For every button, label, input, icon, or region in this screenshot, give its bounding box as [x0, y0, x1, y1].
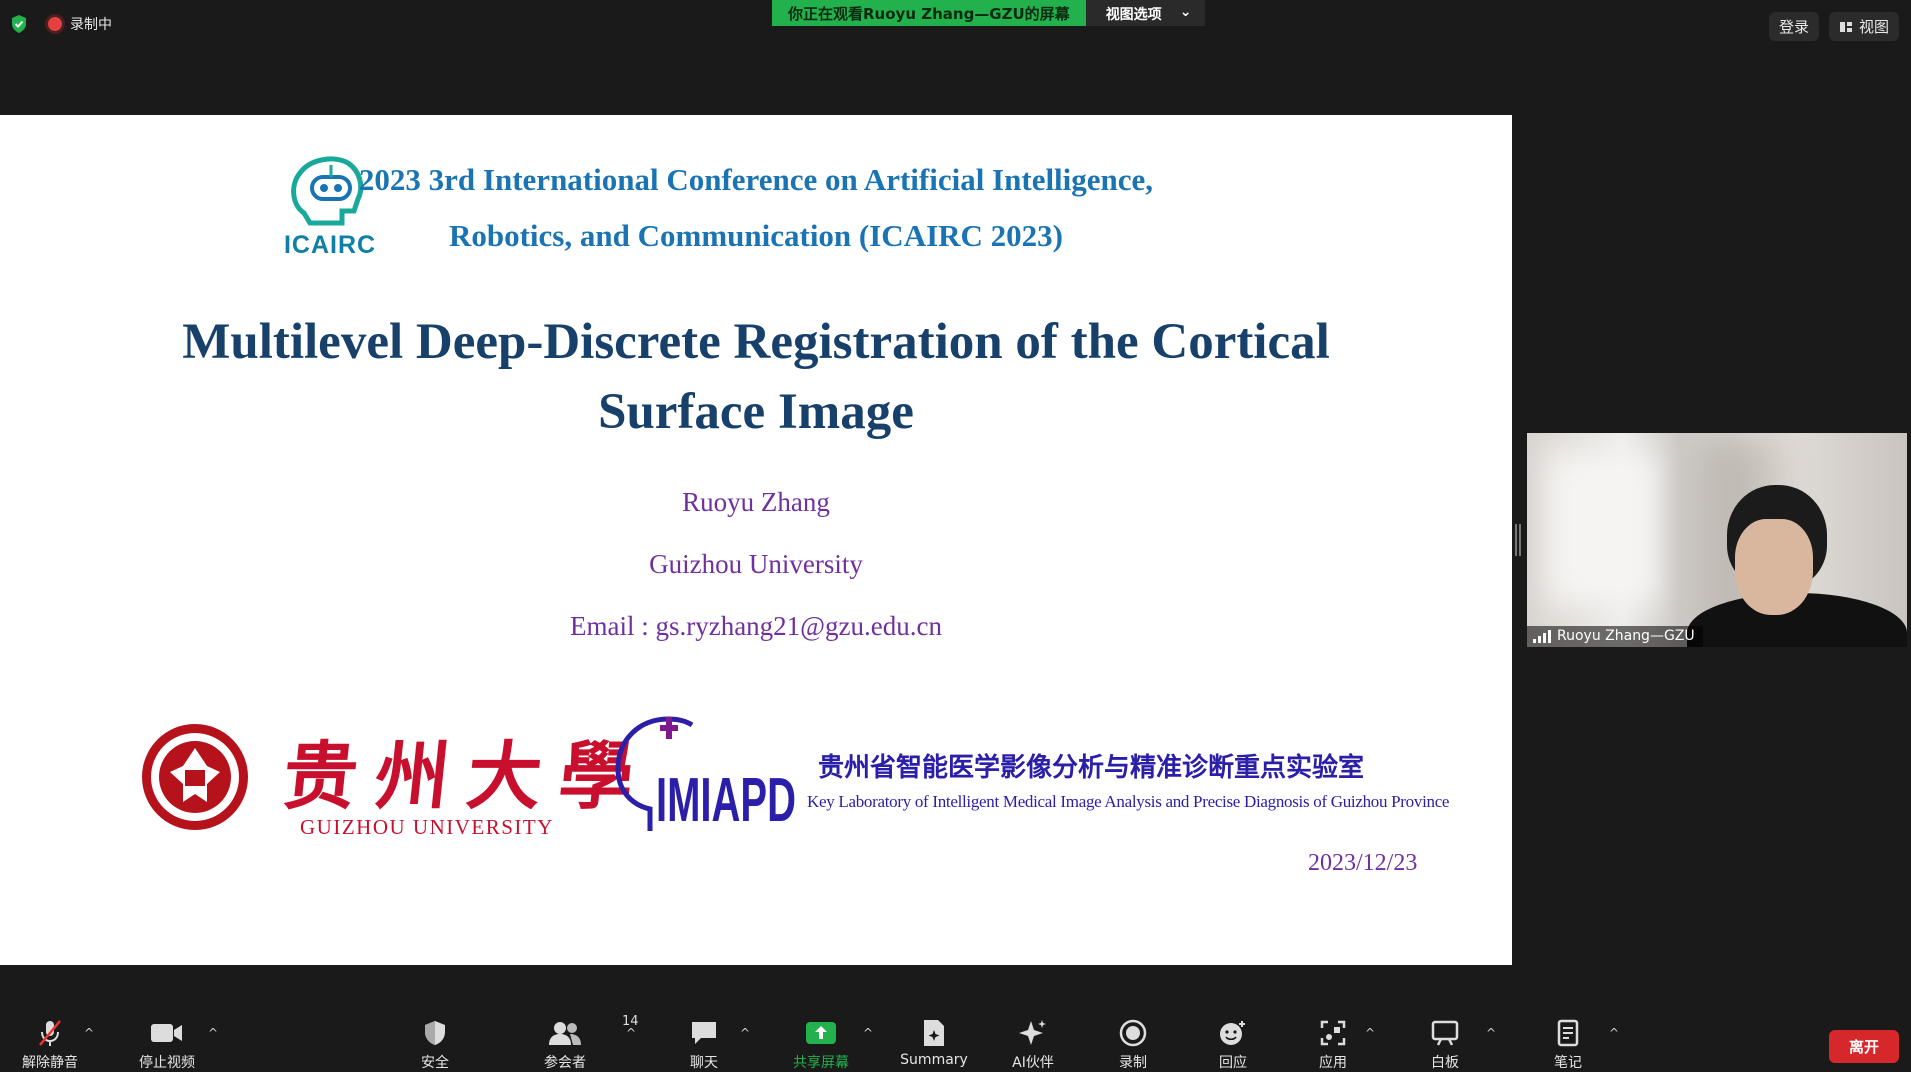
view-options-button[interactable]: 视图选项 ⌄	[1085, 0, 1206, 26]
participant-name: Ruoyu Zhang—GZU	[1557, 628, 1695, 644]
conference-title-line1: 2023 3rd International Conference on Art…	[358, 162, 1154, 197]
signal-strength-icon	[1533, 629, 1551, 643]
guizhou-university-seal	[142, 724, 248, 830]
unmute-label: 解除静音	[22, 1055, 78, 1071]
record-button[interactable]: 录制	[1083, 1018, 1183, 1072]
participant-name-tag: Ruoyu Zhang—GZU	[1527, 626, 1703, 647]
login-button[interactable]: 登录	[1768, 12, 1819, 41]
viewing-banner: 你正在观看Ruoyu Zhang—GZU的屏幕 视图选项 ⌄	[772, 0, 1206, 26]
record-label: 录制	[1119, 1055, 1147, 1071]
affiliation: Guizhou University	[649, 549, 863, 579]
video-options-chevron-icon[interactable]: ^	[208, 1026, 218, 1040]
whiteboard-label: 白板	[1431, 1055, 1459, 1071]
imiapd-lab-logo: IMIAPD	[615, 716, 796, 835]
summary-button[interactable]: Summary	[884, 1018, 984, 1068]
leave-meeting-button[interactable]: 离开	[1828, 1030, 1899, 1063]
share-screen-label: 共享屏幕	[793, 1055, 849, 1071]
grid-view-icon	[1839, 21, 1852, 32]
stop-video-button[interactable]: 停止视频	[117, 1018, 217, 1072]
presentation-date: 2023/12/23	[1308, 850, 1418, 876]
sparkle-icon	[1017, 1018, 1049, 1048]
view-label: 视图	[1858, 18, 1889, 36]
share-screen-button[interactable]: 共享屏幕	[771, 1018, 871, 1072]
notes-icon	[1555, 1018, 1581, 1048]
author-name: Ruoyu Zhang	[682, 487, 830, 517]
top-bar: 录制中 你正在观看Ruoyu Zhang—GZU的屏幕 视图选项 ⌄ 登录 视图	[0, 0, 1911, 52]
apps-label: 应用	[1319, 1055, 1347, 1071]
chat-label: 聊天	[690, 1055, 718, 1071]
paper-title-line1: Multilevel Deep-Discrete Registration of…	[182, 314, 1330, 370]
summary-document-icon	[921, 1018, 947, 1048]
svg-text:IMIAPD: IMIAPD	[656, 766, 796, 835]
apps-options-chevron-icon[interactable]: ^	[1365, 1026, 1375, 1040]
record-icon	[1119, 1018, 1147, 1048]
email: Email : gs.ryzhang21@gzu.edu.cn	[569, 611, 942, 641]
whiteboard-button[interactable]: 白板	[1395, 1018, 1495, 1072]
participants-label: 参会者	[544, 1055, 586, 1071]
share-options-chevron-icon[interactable]: ^	[863, 1026, 873, 1040]
meeting-toolbar: 解除静音 ^ 停止视频 ^ 安全 14 参会者 ^ 聊天 ^ 共享屏幕 ^ Su…	[0, 1000, 1911, 1072]
chevron-down-icon: ⌄	[1179, 4, 1192, 20]
ai-companion-button[interactable]: AI伙伴	[983, 1018, 1083, 1072]
share-screen-icon	[805, 1018, 837, 1048]
university-name-cn: 贵州大學	[278, 734, 656, 820]
conference-title-line2: Robotics, and Communication (ICAIRC 2023…	[448, 218, 1063, 253]
login-label: 登录	[1778, 18, 1809, 36]
stop-video-label: 停止视频	[139, 1055, 195, 1071]
security-label: 安全	[421, 1055, 449, 1071]
chat-button[interactable]: 聊天	[654, 1018, 754, 1072]
recording-indicator[interactable]: 录制中	[48, 14, 112, 34]
shared-screen-slide: ICAIRC 2023 3rd International Conference…	[0, 115, 1512, 965]
participants-button[interactable]: 14 参会者	[515, 1014, 639, 1072]
participants-icon: 14	[548, 1014, 639, 1048]
summary-label: Summary	[900, 1052, 968, 1068]
smiley-reaction-icon	[1218, 1018, 1248, 1048]
paper-title-line2: Surface Image	[598, 384, 914, 440]
reactions-label: 回应	[1219, 1055, 1247, 1071]
encryption-shield-icon[interactable]	[10, 14, 28, 34]
notes-button[interactable]: 笔记	[1518, 1018, 1618, 1072]
viewing-screen-text: 你正在观看Ruoyu Zhang—GZU的屏幕	[772, 0, 1086, 26]
chat-bubble-icon	[689, 1018, 719, 1048]
whiteboard-icon	[1430, 1018, 1460, 1048]
view-options-label: 视图选项	[1105, 7, 1162, 23]
video-camera-icon	[150, 1018, 184, 1048]
apps-grid-icon	[1319, 1018, 1347, 1048]
participant-face	[1735, 519, 1813, 615]
view-button[interactable]: 视图	[1828, 12, 1899, 41]
notes-label: 笔记	[1554, 1055, 1582, 1071]
reactions-button[interactable]: 回应	[1183, 1018, 1283, 1072]
participant-video-tile[interactable]: Ruoyu Zhang—GZU	[1527, 433, 1907, 647]
recording-label: 录制中	[70, 17, 112, 33]
top-right-controls: 登录 视图	[1768, 12, 1899, 41]
notes-options-chevron-icon[interactable]: ^	[1609, 1026, 1619, 1040]
microphone-muted-icon	[36, 1018, 64, 1048]
lab-name-en: Key Laboratory of Intelligent Medical Im…	[807, 792, 1450, 811]
chat-options-chevron-icon[interactable]: ^	[740, 1026, 750, 1040]
whiteboard-options-chevron-icon[interactable]: ^	[1486, 1026, 1496, 1040]
audio-options-chevron-icon[interactable]: ^	[84, 1026, 94, 1040]
university-name-en: GUIZHOU UNIVERSITY	[300, 815, 554, 839]
ai-companion-label: AI伙伴	[1012, 1055, 1054, 1071]
recording-dot-icon	[48, 17, 62, 31]
security-shield-icon	[422, 1018, 448, 1048]
security-button[interactable]: 安全	[385, 1018, 485, 1072]
lab-name-cn: 贵州省智能医学影像分析与精准诊断重点实验室	[818, 753, 1365, 783]
panel-resize-handle[interactable]	[1515, 524, 1521, 556]
participants-options-chevron-icon[interactable]: ^	[626, 1026, 636, 1040]
